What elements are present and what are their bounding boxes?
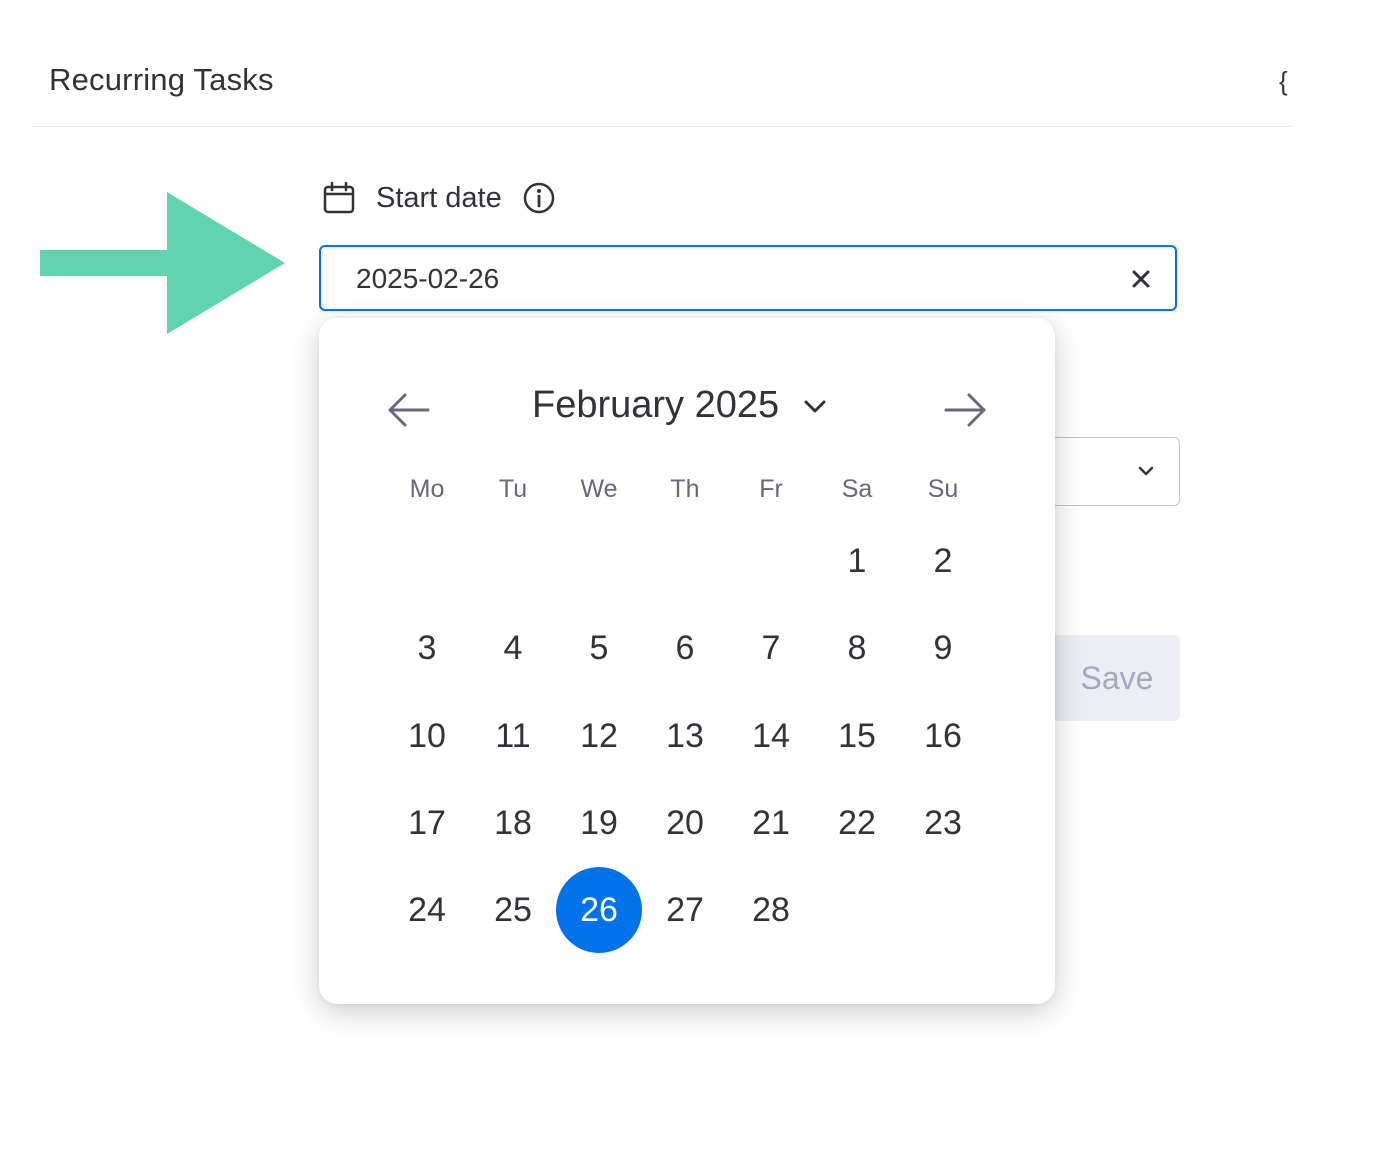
header-divider: [31, 126, 1291, 127]
calendar-day[interactable]: 4: [470, 605, 556, 691]
frequency-select[interactable]: [1040, 437, 1180, 506]
month-year-toggle[interactable]: February 2025: [532, 384, 829, 427]
chevron-down-icon: [801, 392, 829, 420]
calendar-day[interactable]: 8: [814, 605, 900, 691]
calendar-day[interactable]: 14: [728, 693, 814, 779]
start-date-value: 2025-02-26: [356, 263, 500, 294]
weekday-label: Su: [927, 475, 959, 503]
start-date-label: Start date: [376, 181, 502, 214]
calendar-day[interactable]: 28: [728, 867, 814, 953]
calendar-day[interactable]: 6: [642, 605, 728, 691]
calendar-day[interactable]: 19: [556, 780, 642, 866]
calendar-day[interactable]: 24: [384, 867, 470, 953]
info-icon[interactable]: [522, 181, 556, 215]
save-button[interactable]: Save: [1040, 635, 1180, 721]
calendar-day[interactable]: 18: [470, 780, 556, 866]
calendar-day[interactable]: 22: [814, 780, 900, 866]
calendar-day[interactable]: 25: [470, 867, 556, 953]
calendar-day[interactable]: 7: [728, 605, 814, 691]
calendar-day[interactable]: 5: [556, 605, 642, 691]
calendar-day[interactable]: 17: [384, 780, 470, 866]
calendar-day[interactable]: 3: [384, 605, 470, 691]
start-date-input[interactable]: 2025-02-26: [319, 245, 1177, 311]
chevron-down-icon: [1135, 460, 1157, 482]
calendar-day[interactable]: 9: [900, 605, 986, 691]
weekday-label: Tu: [498, 475, 528, 503]
arrow-right-icon[interactable]: [942, 386, 990, 434]
calendar-day[interactable]: 2: [900, 518, 986, 604]
start-date-label-row: Start date: [322, 178, 556, 218]
month-year-label: February 2025: [532, 384, 780, 426]
close-icon[interactable]: [1127, 265, 1155, 293]
arrow-left-icon[interactable]: [384, 386, 432, 434]
weekday-label: Fr: [759, 475, 783, 503]
calendar-day[interactable]: 16: [900, 693, 986, 779]
calendar-day[interactable]: 12: [556, 693, 642, 779]
calendar-day-selected[interactable]: 26: [556, 867, 642, 953]
calendar-day[interactable]: 15: [814, 693, 900, 779]
calendar-day[interactable]: 21: [728, 780, 814, 866]
pointer-arrow-icon: [40, 192, 285, 334]
weekday-label: Sa: [841, 475, 873, 503]
calendar-day[interactable]: 13: [642, 693, 728, 779]
calendar-day[interactable]: 27: [642, 867, 728, 953]
calendar-day[interactable]: 10: [384, 693, 470, 779]
settings-icon[interactable]: {: [1279, 66, 1291, 97]
calendar-day[interactable]: 11: [470, 693, 556, 779]
weekday-label: Th: [670, 475, 700, 503]
calendar-icon: [322, 181, 356, 215]
page-title: Recurring Tasks: [49, 62, 274, 97]
calendar-day[interactable]: 20: [642, 780, 728, 866]
weekday-label: We: [580, 475, 618, 503]
calendar-day[interactable]: 1: [814, 518, 900, 604]
weekday-label: Mo: [409, 475, 445, 503]
calendar-day[interactable]: 23: [900, 780, 986, 866]
